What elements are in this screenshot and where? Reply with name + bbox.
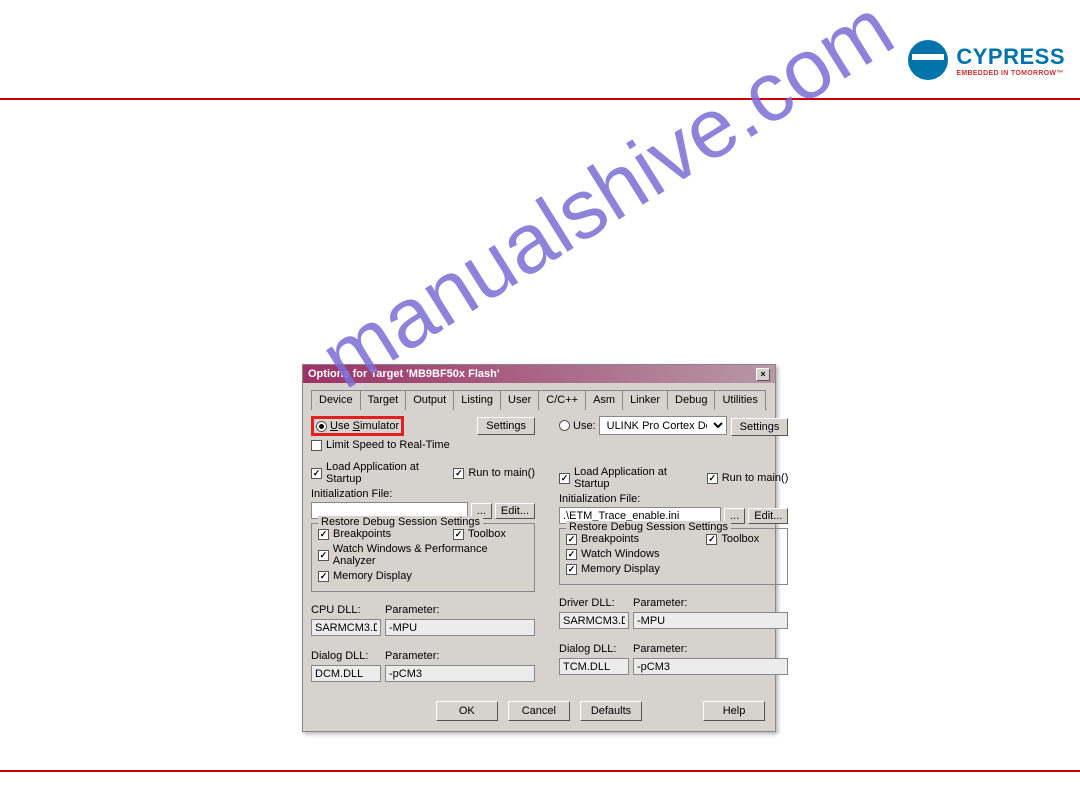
cpu-dll-input: [311, 619, 381, 636]
sim-memory-checkbox[interactable]: [318, 571, 329, 582]
dbg-watch-label: Watch Windows: [581, 548, 659, 560]
use-simulator-highlight: Use Simulator: [311, 416, 404, 436]
limit-speed-checkbox[interactable]: [311, 440, 322, 451]
debugger-select[interactable]: ULINK Pro Cortex Debugger: [599, 416, 727, 435]
dbg-dialog-dll-input: [559, 658, 629, 675]
tab-user[interactable]: User: [500, 390, 539, 410]
sim-watch-checkbox[interactable]: [318, 550, 329, 561]
driver-param-input: [633, 612, 788, 629]
defaults-button[interactable]: Defaults: [580, 701, 642, 721]
dbg-dialog-param-input: [633, 658, 788, 675]
sim-dialog-param-label: Parameter:: [385, 650, 439, 662]
sim-run-main-checkbox[interactable]: [453, 468, 464, 479]
sim-memory-label: Memory Display: [333, 570, 412, 582]
footer-divider: [0, 770, 1080, 772]
dbg-run-main-label: Run to main(): [722, 472, 789, 484]
dbg-settings-button[interactable]: Settings: [731, 418, 789, 436]
dbg-toolbox-checkbox[interactable]: [706, 534, 717, 545]
dbg-restore-title: Restore Debug Session Settings: [566, 521, 731, 533]
dialog-title: Options for Target 'MB9BF50x Flash': [308, 368, 499, 380]
dialog-buttons: OK Cancel Defaults Help: [311, 695, 767, 723]
use-simulator-radio[interactable]: [316, 421, 327, 432]
tab-output[interactable]: Output: [405, 390, 454, 410]
sim-init-file-label: Initialization File:: [311, 488, 535, 500]
driver-param-label: Parameter:: [633, 597, 687, 609]
tab-debug[interactable]: Debug: [667, 390, 715, 410]
tab-linker[interactable]: Linker: [622, 390, 668, 410]
sim-restore-fieldset: Restore Debug Session Settings Breakpoin…: [311, 523, 535, 592]
dbg-restore-fieldset: Restore Debug Session Settings Breakpoin…: [559, 528, 788, 585]
dbg-load-app-label: Load Application at Startup: [574, 466, 703, 490]
sim-watch-label: Watch Windows & Performance Analyzer: [333, 543, 528, 567]
sim-dialog-dll-label: Dialog DLL:: [311, 650, 381, 662]
tab-listing[interactable]: Listing: [453, 390, 501, 410]
cancel-button[interactable]: Cancel: [508, 701, 570, 721]
header-divider: [0, 98, 1080, 100]
tab-utilities[interactable]: Utilities: [714, 390, 765, 410]
sim-toolbox-label: Toolbox: [468, 528, 528, 540]
sim-breakpoints-label: Breakpoints: [333, 528, 449, 540]
brand-name: CYPRESS: [956, 44, 1065, 70]
sim-load-app-checkbox[interactable]: [311, 468, 322, 479]
dbg-breakpoints-checkbox[interactable]: [566, 534, 577, 545]
use-simulator-label: Use Simulator: [330, 420, 399, 432]
dbg-run-main-checkbox[interactable]: [707, 473, 718, 484]
sim-breakpoints-checkbox[interactable]: [318, 529, 329, 540]
ok-button[interactable]: OK: [436, 701, 498, 721]
dbg-dialog-dll-label: Dialog DLL:: [559, 643, 629, 655]
options-dialog: Options for Target 'MB9BF50x Flash' × De…: [302, 364, 776, 732]
close-icon[interactable]: ×: [756, 368, 770, 381]
tab-cpp[interactable]: C/C++: [538, 390, 586, 410]
sim-settings-button[interactable]: Settings: [477, 417, 535, 435]
tab-device[interactable]: Device: [311, 390, 361, 410]
dbg-dialog-param-label: Parameter:: [633, 643, 687, 655]
sim-dialog-param-input: [385, 665, 535, 682]
simulator-panel: Use Simulator Settings Limit Speed to Re…: [311, 416, 535, 685]
use-debugger-label: Use:: [573, 420, 596, 432]
help-button[interactable]: Help: [703, 701, 765, 721]
dbg-breakpoints-label: Breakpoints: [581, 533, 702, 545]
sim-load-app-label: Load Application at Startup: [326, 461, 449, 485]
dialog-titlebar[interactable]: Options for Target 'MB9BF50x Flash' ×: [303, 365, 775, 383]
sim-run-main-label: Run to main(): [468, 467, 535, 479]
sim-restore-title: Restore Debug Session Settings: [318, 516, 483, 528]
tab-target[interactable]: Target: [360, 390, 407, 410]
driver-dll-input: [559, 612, 629, 629]
sim-toolbox-checkbox[interactable]: [453, 529, 464, 540]
driver-dll-label: Driver DLL:: [559, 597, 629, 609]
dbg-toolbox-label: Toolbox: [721, 533, 781, 545]
use-debugger-radio[interactable]: [559, 420, 570, 431]
limit-speed-label: Limit Speed to Real-Time: [326, 439, 450, 451]
brand-logo: CYPRESS EMBEDDED IN TOMORROW™: [908, 40, 1065, 80]
tab-asm[interactable]: Asm: [585, 390, 623, 410]
logo-mark: [908, 40, 948, 80]
watermark-text: manualshive.com: [304, 0, 910, 408]
dbg-edit-button[interactable]: Edit...: [748, 508, 788, 524]
sim-dialog-dll-input: [311, 665, 381, 682]
tab-bar: Device Target Output Listing User C/C++ …: [311, 389, 767, 410]
dbg-load-app-checkbox[interactable]: [559, 473, 570, 484]
brand-tagline: EMBEDDED IN TOMORROW™: [956, 70, 1065, 77]
dbg-memory-label: Memory Display: [581, 563, 660, 575]
cpu-param-input: [385, 619, 535, 636]
sim-edit-button[interactable]: Edit...: [495, 503, 535, 519]
dbg-init-file-label: Initialization File:: [559, 493, 788, 505]
cpu-param-label: Parameter:: [385, 604, 439, 616]
cpu-dll-label: CPU DLL:: [311, 604, 381, 616]
dbg-memory-checkbox[interactable]: [566, 564, 577, 575]
dbg-watch-checkbox[interactable]: [566, 549, 577, 560]
debugger-panel: Use: ULINK Pro Cortex Debugger Settings …: [559, 416, 788, 685]
